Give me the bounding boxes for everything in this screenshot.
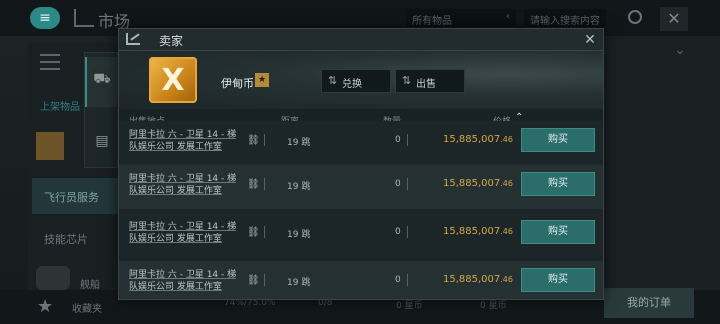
price-fraction: .46	[500, 179, 513, 188]
quantity-value: 0	[395, 227, 401, 237]
price-fraction: .46	[500, 227, 513, 236]
category-filter-value: 所有物品	[412, 16, 452, 27]
item-icon-glyph: X	[161, 62, 185, 98]
divider	[407, 134, 408, 146]
document-icon[interactable]: ▤	[92, 131, 112, 151]
table-row: 阿里卡拉 六 - 卫星 14 - 梯队娱乐公司 发展工作室 ⛓ 19 跳 0 1…	[119, 121, 603, 165]
category-filter[interactable]: 所有物品 ‹	[406, 9, 516, 27]
exchange-icon: ⇅	[328, 74, 338, 87]
sidebar-item-skill-chips[interactable]: 技能芯片	[32, 220, 122, 256]
chevron-down-icon[interactable]: ⌄	[674, 42, 686, 58]
my-orders-button[interactable]: 我的订单	[604, 288, 694, 318]
sell-label: 出售	[416, 79, 436, 90]
close-market-button[interactable]: ✕	[660, 7, 688, 31]
divider	[407, 178, 408, 190]
chart-icon	[74, 9, 94, 27]
close-icon[interactable]: ✕	[581, 30, 599, 50]
price-value: 15,885,007.46	[443, 178, 513, 189]
info-icon[interactable]: ★	[255, 73, 269, 87]
search-icon[interactable]	[628, 10, 642, 24]
sell-button[interactable]: ⇅ 出售	[395, 69, 465, 93]
distance-value: 19 跳	[287, 278, 311, 288]
buy-button[interactable]: 购买	[521, 268, 595, 292]
route-icon[interactable]: ⛓	[247, 227, 261, 239]
divider	[407, 226, 408, 238]
location-link[interactable]: 阿里卡拉 六 - 卫星 14 - 梯队娱乐公司 发展工作室	[129, 269, 239, 293]
route-icon[interactable]: ⛓	[247, 135, 261, 147]
item-icon: X	[149, 57, 197, 103]
item-thumbnail[interactable]	[36, 132, 64, 160]
exchange-label: 兑换	[342, 79, 362, 90]
buy-button[interactable]: 购买	[521, 172, 595, 196]
table-row: 阿里卡拉 六 - 卫星 14 - 梯队娱乐公司 发展工作室 ⛓ 19 跳 0 1…	[119, 261, 603, 299]
chart-icon	[126, 33, 140, 45]
star-icon[interactable]: ★	[37, 296, 53, 317]
seller-list: 阿里卡拉 六 - 卫星 14 - 梯队娱乐公司 发展工作室 ⛓ 19 跳 0 1…	[119, 121, 603, 299]
price-main: 15,885,007	[443, 274, 501, 285]
price-fraction: .46	[500, 135, 513, 144]
right-panel	[604, 36, 720, 290]
seller-dialog: 卖家 ✕ X 伊甸币 ★ ⇅ 兑换 ⇅ 出售 出售地点 距离 数量 价格 ⌃ 阿…	[118, 28, 604, 300]
dialog-header: 卖家 ✕	[119, 29, 603, 51]
sidebar-item-ships[interactable]: 舰船	[80, 276, 100, 291]
buy-button[interactable]: 购买	[521, 220, 595, 244]
price-value: 15,885,007.46	[443, 274, 513, 285]
distance-value: 19 跳	[287, 138, 311, 148]
divider	[264, 134, 265, 146]
ship-thumbnail[interactable]	[36, 266, 70, 290]
list-icon[interactable]	[40, 54, 60, 70]
quantity-value: 0	[395, 135, 401, 145]
chevron-left-icon: ‹	[506, 11, 510, 22]
location-link[interactable]: 阿里卡拉 六 - 卫星 14 - 梯队娱乐公司 发展工作室	[129, 173, 239, 197]
dialog-title: 卖家	[159, 34, 184, 48]
divider	[407, 274, 408, 286]
quantity-value: 0	[395, 179, 401, 189]
menu-button[interactable]: ≡	[30, 7, 60, 29]
sell-icon: ⇅	[402, 74, 412, 87]
location-link[interactable]: 阿里卡拉 六 - 卫星 14 - 梯队娱乐公司 发展工作室	[129, 221, 239, 245]
route-icon[interactable]: ⛓	[247, 275, 261, 287]
price-main: 15,885,007	[443, 134, 501, 145]
price-main: 15,885,007	[443, 226, 501, 237]
divider	[264, 178, 265, 190]
location-link[interactable]: 阿里卡拉 六 - 卫星 14 - 梯队娱乐公司 发展工作室	[129, 129, 239, 153]
item-header: X 伊甸币 ★ ⇅ 兑换 ⇅ 出售	[119, 51, 603, 109]
item-name: 伊甸币	[221, 77, 254, 90]
divider	[264, 274, 265, 286]
sidebar-item-pilot-services[interactable]: 飞行员服务	[32, 178, 122, 214]
search-input[interactable]: 请输入搜索内容	[524, 9, 606, 27]
price-value: 15,885,007.46	[443, 226, 513, 237]
favorites-label[interactable]: 收藏夹	[72, 300, 102, 315]
price-fraction: .46	[500, 275, 513, 284]
buy-button[interactable]: 购买	[521, 128, 595, 152]
divider	[264, 226, 265, 238]
route-icon[interactable]: ⛓	[247, 179, 261, 191]
distance-value: 19 跳	[287, 182, 311, 192]
top-items-label: 上架物品	[40, 102, 80, 113]
distance-value: 19 跳	[287, 230, 311, 240]
price-value: 15,885,007.46	[443, 134, 513, 145]
table-row: 阿里卡拉 六 - 卫星 14 - 梯队娱乐公司 发展工作室 ⛓ 19 跳 0 1…	[119, 213, 603, 257]
table-row: 阿里卡拉 六 - 卫星 14 - 梯队娱乐公司 发展工作室 ⛓ 19 跳 0 1…	[119, 165, 603, 209]
exchange-button[interactable]: ⇅ 兑换	[321, 69, 391, 93]
quantity-value: 0	[395, 275, 401, 285]
modal-side-tabs: ⛟ ▤	[84, 52, 119, 168]
cart-icon[interactable]: ⛟	[92, 69, 112, 89]
price-main: 15,885,007	[443, 178, 501, 189]
